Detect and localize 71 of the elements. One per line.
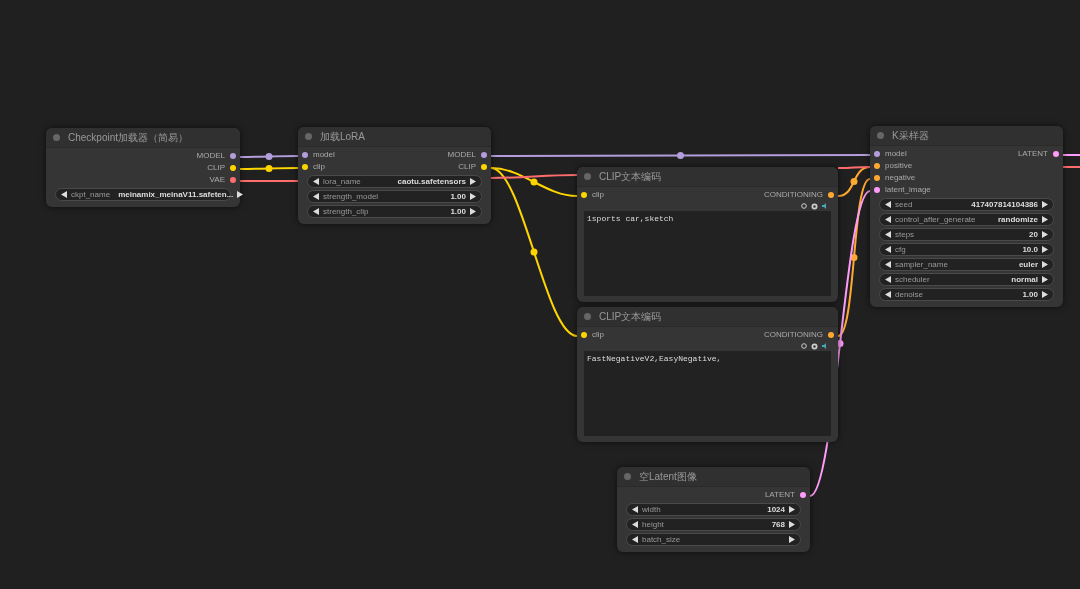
widget-control[interactable]: seed 417407814104386 (879, 198, 1054, 211)
node-title: Checkpoint加载器（简易） (68, 131, 189, 145)
slot-label: CLIP (207, 162, 225, 174)
slot-label: latent_image (885, 184, 931, 196)
slot-label: MODEL (447, 149, 476, 161)
widget-label: seed (895, 198, 913, 211)
widget-value: caotu.safetensors (397, 175, 466, 188)
widget-value: 1.00 (1022, 288, 1038, 301)
widget-label: height (642, 518, 664, 531)
widget-control[interactable]: height 768 (626, 518, 801, 531)
slot-label: CLIP (458, 161, 476, 173)
widget-control[interactable]: steps 20 (879, 228, 1054, 241)
node-title: CLIP文本编码 (599, 310, 662, 324)
widget-value: 20 (1029, 228, 1038, 241)
widget-label: denoise (895, 288, 924, 301)
slot-label: clip (592, 329, 604, 341)
widget-control[interactable]: scheduler normal (879, 273, 1054, 286)
slot-label: model (313, 149, 335, 161)
widget-control[interactable]: control_after_generate randomize (879, 213, 1054, 226)
slot-label: positive (885, 160, 913, 172)
widget-value: randomize (998, 213, 1038, 226)
slot-label: CONDITIONING (763, 189, 823, 201)
node-title-bar[interactable]: K采样器 (870, 126, 1063, 146)
widget-label: strength_clip (323, 205, 369, 218)
slot-label: LATENT (1017, 148, 1048, 160)
slot-label: clip (313, 161, 325, 173)
node-title-bar[interactable]: 加载LoRA (298, 127, 491, 147)
widget-label: steps (895, 228, 915, 241)
node-title: 空Latent图像 (639, 470, 697, 484)
widget-control[interactable]: batch_size (626, 533, 801, 546)
widget-value: 10.0 (1022, 243, 1038, 256)
node-title-bar[interactable]: Checkpoint加载器（简易） (46, 128, 240, 148)
widget-label: strength_model (323, 190, 379, 203)
widget-value: 1.00 (450, 190, 466, 203)
widget-control[interactable]: width 1024 (626, 503, 801, 516)
node-title: 加载LoRA (320, 130, 365, 144)
slot-label: CONDITIONING (763, 329, 823, 341)
widget-label: cfg (895, 243, 906, 256)
widget-label: lora_name (323, 175, 361, 188)
widget-control[interactable]: denoise 1.00 (879, 288, 1054, 301)
widget-control[interactable]: strength_clip 1.00 (307, 205, 482, 218)
node-title: K采样器 (892, 129, 929, 143)
node-title-bar[interactable]: CLIP文本编码 (577, 167, 838, 187)
widget-control[interactable]: sampler_name euler (879, 258, 1054, 271)
widget-label: control_after_generate (895, 213, 976, 226)
widget-value: euler (1018, 258, 1038, 271)
widget-value: 768 (771, 518, 785, 531)
widget-value: normal (1011, 273, 1038, 286)
widget-value: meinamix_meinaV11.safeten... (118, 188, 234, 201)
text-area[interactable]: 1sports car,sketch (584, 211, 831, 296)
node-title-bar[interactable]: 空Latent图像 (617, 467, 810, 487)
widget-label: ckpt_name (71, 188, 111, 201)
slot-label: LATENT (764, 489, 795, 501)
widget-label: sampler_name (895, 258, 948, 271)
widget-label: width (642, 503, 661, 516)
widget-label: scheduler (895, 273, 930, 286)
slot-label: VAE (209, 174, 225, 186)
widget-value: 417407814104386 (971, 198, 1038, 211)
widget-control[interactable]: cfg 10.0 (879, 243, 1054, 256)
widget-value: 1.00 (450, 205, 466, 218)
slot-label: model (885, 148, 907, 160)
widget-value: 1024 (767, 503, 785, 516)
widget-control[interactable]: strength_model 1.00 (307, 190, 482, 203)
slot-label: negative (885, 172, 916, 184)
text-area[interactable]: FastNegativeV2,EasyNegative, (584, 351, 831, 436)
widget-control[interactable]: lora_name caotu.safetensors (307, 175, 482, 188)
node-title-bar[interactable]: CLIP文本编码 (577, 307, 838, 327)
widget-label: batch_size (642, 533, 681, 546)
slot-label: clip (592, 189, 604, 201)
slot-label: MODEL (196, 150, 225, 162)
node-title: CLIP文本编码 (599, 170, 662, 184)
